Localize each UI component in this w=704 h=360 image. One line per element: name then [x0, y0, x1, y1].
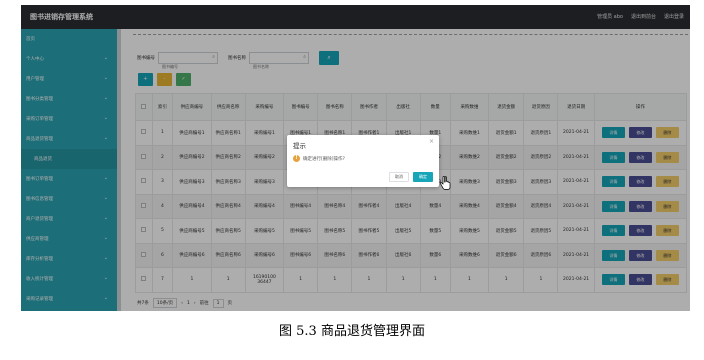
app-screenshot: 图书进销存管理系统 管理员 abo 退出到前台 退出登录 首页 个人中心 ⌄ 用户管理… — [21, 5, 690, 311]
hand-cursor-icon — [440, 176, 451, 190]
confirm-button[interactable]: 确定 — [413, 172, 433, 182]
dialog-message: 确定进行[删除]操作? — [303, 157, 345, 162]
close-icon[interactable]: × — [429, 138, 434, 145]
cancel-button[interactable]: 取消 — [389, 172, 409, 182]
figure-caption: 图 5.3 商品退货管理界面 — [279, 324, 425, 339]
dialog-title: 提示 — [293, 142, 306, 150]
confirm-dialog: 提示 × ! 确定进行[删除]操作? 取消 确定 — [287, 135, 439, 187]
warning-icon: ! — [293, 155, 300, 162]
